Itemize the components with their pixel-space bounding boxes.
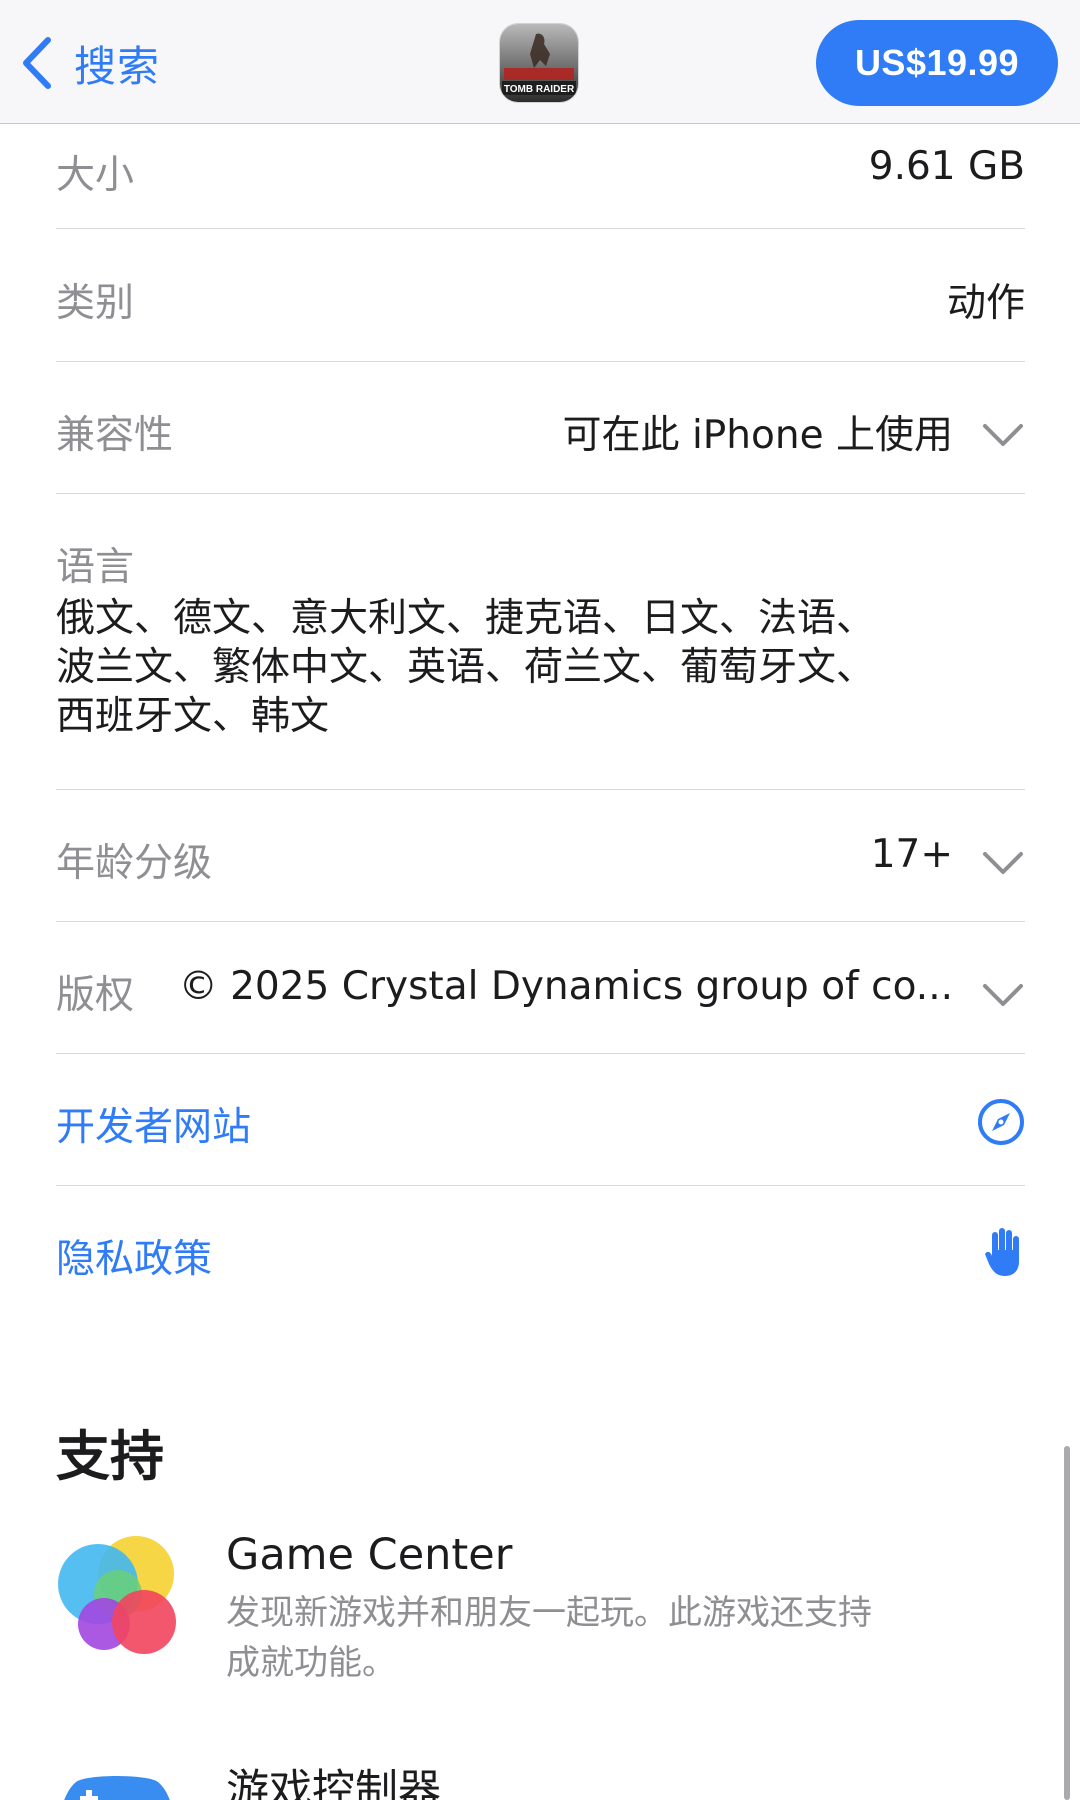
app-icon-text: TOMB RAIDER [504, 84, 575, 95]
languages-label: 语言 [56, 545, 135, 590]
info-row-size: 大小 9.61 GB [56, 140, 1025, 200]
compatibility-label: 兼容性 [56, 413, 174, 458]
compatibility-value: 可在此 iPhone 上使用 [562, 413, 953, 458]
game-controller-icon [64, 1776, 170, 1800]
support-section-title: 支持 [56, 1425, 164, 1488]
info-row-compatibility[interactable]: 兼容性 可在此 iPhone 上使用 [56, 404, 1025, 464]
game-center-title: Game Center [226, 1530, 513, 1580]
price-button[interactable]: US$19.99 [816, 20, 1058, 106]
compass-icon [978, 1099, 1024, 1145]
size-value: 9.61 GB [868, 144, 1025, 189]
chevron-left-icon [23, 37, 51, 89]
game-center-description: 发现新游戏并和朋友一起玩。此游戏还支持 成就功能。 [226, 1588, 946, 1688]
info-row-category: 类别 动作 [56, 272, 1025, 332]
scroll-indicator[interactable] [1064, 1446, 1070, 1800]
copyright-label: 版权 [56, 973, 135, 1018]
category-value: 动作 [946, 281, 1025, 326]
languages-line: 俄文、德文、意大利文、捷克语、日文、法语、 [56, 596, 876, 641]
app-icon: TOMB RAIDER [500, 24, 578, 102]
divider [56, 921, 1025, 922]
chevron-down-icon[interactable] [981, 848, 1025, 878]
game-center-description-line: 发现新游戏并和朋友一起玩。此游戏还支持 [226, 1593, 872, 1633]
info-row-age-rating[interactable]: 年龄分级 17+ [56, 832, 1025, 892]
back-button-label: 搜索 [74, 41, 161, 91]
developer-website-link[interactable]: 开发者网站 [56, 1096, 1025, 1156]
size-label: 大小 [56, 153, 135, 198]
chevron-down-icon[interactable] [981, 980, 1025, 1010]
languages-line: 西班牙文、韩文 [56, 694, 330, 739]
nav-bar: 搜索 TOMB RAIDER US$19.99 [0, 0, 1080, 124]
game-center-icon [58, 1536, 176, 1654]
category-label: 类别 [56, 281, 135, 326]
back-button[interactable]: 搜索 [20, 28, 160, 98]
languages-line: 波兰文、繁体中文、英语、荷兰文、葡萄牙文、 [56, 645, 876, 690]
game-controller-title: 游戏控制器 [226, 1766, 441, 1800]
hand-icon [985, 1228, 1019, 1276]
chevron-down-icon[interactable] [981, 420, 1025, 450]
privacy-policy-link[interactable]: 隐私政策 [56, 1228, 1025, 1288]
divider [56, 1053, 1025, 1054]
divider [56, 228, 1025, 229]
languages-list: 俄文、德文、意大利文、捷克语、日文、法语、 波兰文、繁体中文、英语、荷兰文、葡萄… [56, 594, 956, 741]
support-item-game-controller: 游戏控制器 [56, 1754, 1025, 1800]
age-rating-label: 年龄分级 [56, 841, 213, 886]
developer-website-label: 开发者网站 [56, 1105, 252, 1150]
support-item-game-center: Game Center 发现新游戏并和朋友一起玩。此游戏还支持 成就功能。 [56, 1530, 1025, 1683]
divider [56, 361, 1025, 362]
info-row-languages: 语言 俄文、德文、意大利文、捷克语、日文、法语、 波兰文、繁体中文、英语、荷兰文… [56, 536, 1025, 756]
age-rating-value: 17+ [870, 832, 953, 877]
divider [56, 493, 1025, 494]
divider [56, 789, 1025, 790]
info-row-copyright[interactable]: 版权 © 2025 Crystal Dynamics group of co..… [56, 964, 1025, 1024]
privacy-policy-label: 隐私政策 [56, 1237, 213, 1282]
game-center-description-line: 成就功能。 [226, 1643, 396, 1683]
copyright-value: © 2025 Crystal Dynamics group of co... [178, 964, 953, 1009]
divider [56, 1185, 1025, 1186]
